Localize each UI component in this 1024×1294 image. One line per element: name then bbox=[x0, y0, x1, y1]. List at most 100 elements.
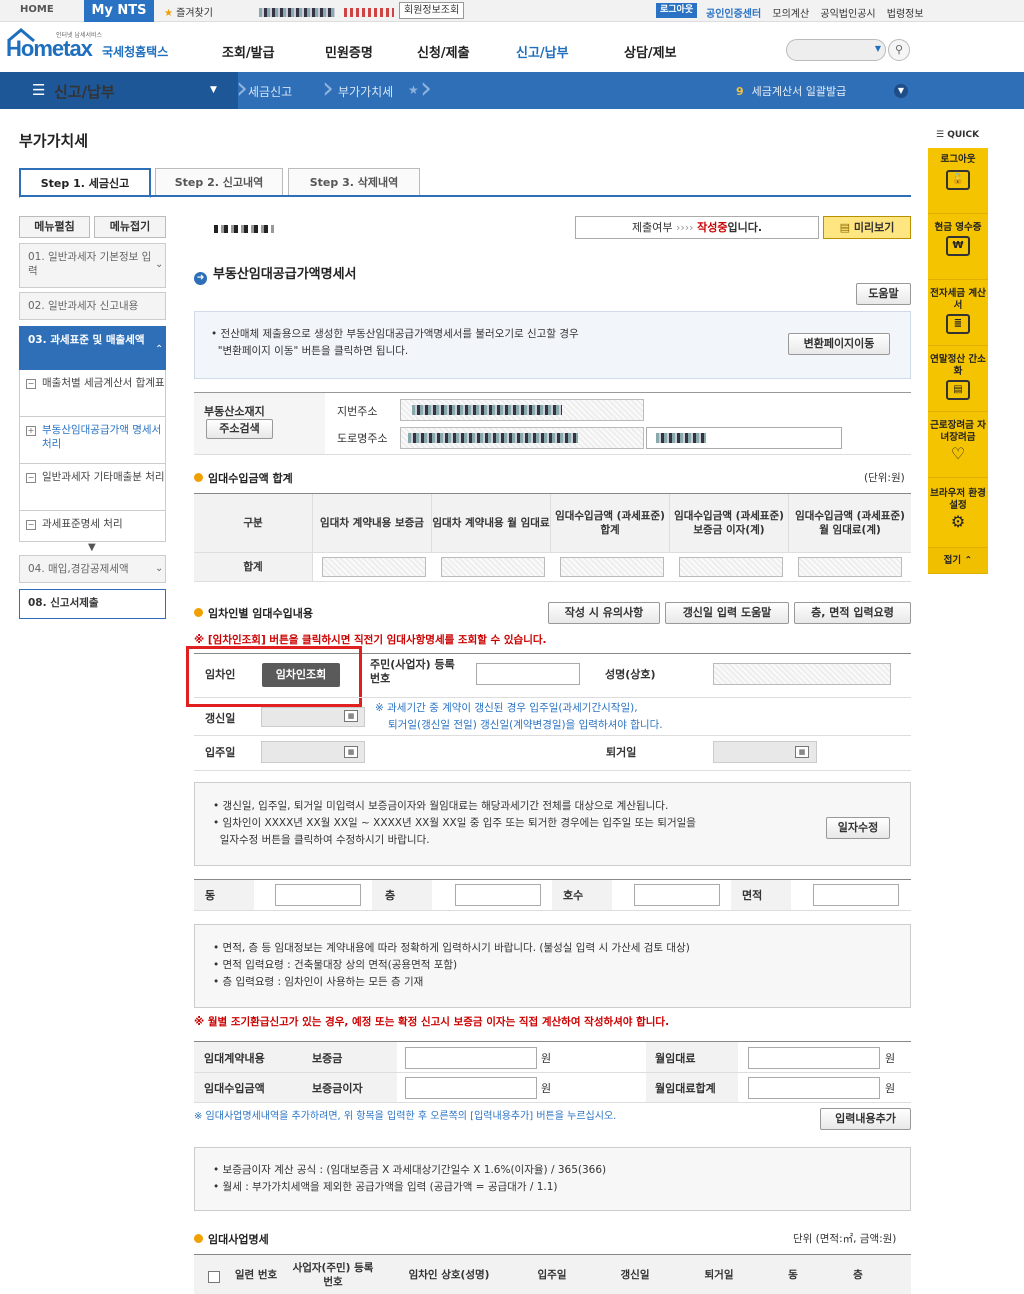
sidebar-sub-sales-invoice[interactable]: − 매출처별 세금계산서 합계표 bbox=[19, 370, 166, 417]
calendar-icon[interactable]: ▦ bbox=[344, 710, 358, 722]
section-title: ➜ 부동산임대공급가액명세서 bbox=[194, 263, 357, 285]
gear-icon: ⚙ bbox=[950, 512, 966, 531]
area-field[interactable] bbox=[813, 884, 899, 906]
col-biz-number: 사업자(주민) 등록번호 bbox=[288, 1258, 378, 1292]
deposit-interest-field[interactable] bbox=[405, 1077, 537, 1099]
header: 인터넷 납세서비스 Hometax 국세청홈택스 조회/발급 민원증명 신청/제… bbox=[0, 22, 1024, 72]
road-address-detail-redacted bbox=[656, 433, 706, 443]
renew-help-button[interactable]: 갱신일 입력 도움말 bbox=[665, 602, 789, 624]
rrn-field[interactable] bbox=[476, 663, 580, 685]
move-in-label: 입주일 bbox=[205, 746, 236, 759]
gnb-inquiry[interactable]: 조회/발급 bbox=[222, 42, 275, 61]
user-name-redacted bbox=[259, 8, 335, 17]
add-entry-button[interactable]: 입력내용추가 bbox=[820, 1108, 911, 1130]
deposit-interest-label: 보증금이자 bbox=[312, 1082, 363, 1095]
convert-page-button[interactable]: 변환페이지이동 bbox=[788, 333, 890, 355]
crumb-vat[interactable]: 부가가치세 bbox=[338, 83, 393, 100]
sidebar-item-basic-info[interactable]: 01. 일반과세자 기본정보 입력 bbox=[19, 243, 166, 288]
total-rent-sum bbox=[798, 557, 902, 577]
help-button[interactable]: 도움말 bbox=[856, 283, 911, 305]
col-rent-total: 임대수입금액 (과세표준) 월 임대료(계) bbox=[789, 494, 911, 552]
search-icon[interactable]: ⚲ bbox=[888, 39, 910, 61]
quick-menu-label: ☰ QUICK bbox=[936, 130, 980, 140]
bullet-icon bbox=[194, 473, 203, 482]
quick-e-invoice[interactable]: 전자세금 계산서 ≣ bbox=[928, 280, 988, 346]
monthly-rent-label: 월임대료 bbox=[655, 1052, 696, 1065]
search-input[interactable]: ▼ bbox=[786, 39, 886, 61]
gnb-filing[interactable]: 신고/납부 bbox=[516, 42, 569, 61]
select-all-checkbox[interactable] bbox=[208, 1271, 220, 1283]
add-note: ※ 임대사업명세내역을 추가하려면, 위 항목을 입력한 후 오른쪽의 [입력내… bbox=[194, 1111, 617, 1122]
sidebar-sub-rental[interactable]: + 부동산임대공급가액 명세서 처리 bbox=[19, 417, 166, 464]
dong-field[interactable] bbox=[275, 884, 361, 906]
logout-button[interactable]: 로그아웃 bbox=[656, 3, 698, 18]
hometax-logo[interactable]: 인터넷 납세서비스 Hometax 국세청홈택스 bbox=[6, 28, 176, 68]
mock-calc-link[interactable]: 모의계산 bbox=[772, 9, 809, 20]
separator-icon: › bbox=[420, 71, 432, 106]
ho-label: 호수 bbox=[563, 889, 584, 902]
menu-expand-button[interactable]: 메뉴펼침 bbox=[19, 216, 90, 238]
col-monthly-rent: 임대차 계약내용 월 임대료 bbox=[432, 494, 551, 552]
sidebar-item-purchase[interactable]: 04. 매입,경감공제세액 bbox=[19, 555, 166, 583]
receipt-icon: ₩ bbox=[946, 236, 970, 256]
date-info-box: • 갱신일, 입주일, 퇴거일 미입력시 보증금이자와 월임대료는 해당과세기간… bbox=[194, 782, 911, 866]
gnb-consult[interactable]: 상담/제보 bbox=[624, 42, 677, 61]
col-move-out: 퇴거일 bbox=[682, 1258, 756, 1292]
area-help-button[interactable]: 층, 면적 입력요령 bbox=[794, 602, 911, 624]
favorites-link[interactable]: ★ 즐겨찾기 bbox=[164, 4, 213, 19]
quick-earned-income[interactable]: 근로장려금 자녀장려금 ♡ bbox=[928, 412, 988, 478]
chevron-down-icon: ⌄ bbox=[155, 259, 164, 270]
gnb-certificate[interactable]: 민원증명 bbox=[325, 42, 373, 61]
address-search-button[interactable]: 주소검색 bbox=[206, 419, 273, 439]
date-edit-button[interactable]: 일자수정 bbox=[826, 817, 890, 839]
law-info-link[interactable]: 법령정보 bbox=[887, 9, 924, 20]
biz-unit: 단위 (면적:㎡, 금액:원) bbox=[793, 1233, 897, 1245]
sidebar-item-report[interactable]: 02. 일반과세자 신고내용 bbox=[19, 292, 166, 320]
tenant-title: 임차인별 임대수입내용 bbox=[194, 605, 313, 621]
ho-field[interactable] bbox=[634, 884, 720, 906]
submit-status: 제출여부 ›››› 작성중입니다. bbox=[575, 216, 819, 239]
crumb-tax-filing[interactable]: 세금신고 bbox=[248, 83, 292, 100]
member-info-button[interactable]: 회원정보조회 bbox=[399, 2, 465, 19]
deposit-field[interactable] bbox=[405, 1047, 537, 1069]
star-icon[interactable]: ★ bbox=[408, 83, 419, 97]
dong-label: 동 bbox=[205, 889, 216, 902]
gnb-apply[interactable]: 신청/제출 bbox=[417, 42, 470, 61]
menu-dropdown[interactable]: ☰ 신고/납부 ▼ bbox=[0, 72, 238, 109]
col-interest-total: 임대수입금액 (과세표준) 보증금 이자(계) bbox=[670, 494, 789, 552]
tab-step1[interactable]: Step 1. 세금신고 bbox=[19, 168, 151, 198]
sidebar-sub-other-sales[interactable]: − 일반과세자 기타매출분 처리 bbox=[19, 464, 166, 511]
public-corp-link[interactable]: 공익법인공시 bbox=[820, 9, 875, 20]
tab-step2[interactable]: Step 2. 신고내역 bbox=[155, 168, 283, 197]
caution-button[interactable]: 작성 시 유의사항 bbox=[548, 602, 660, 624]
cert-center-link[interactable]: 공인인증센터 bbox=[706, 9, 761, 20]
floor-field[interactable] bbox=[455, 884, 541, 906]
chevron-down-icon[interactable]: ▼ bbox=[894, 84, 908, 98]
quick-cash-receipt[interactable]: 현금 영수증 ₩ bbox=[928, 214, 988, 280]
quick-logout[interactable]: 로그아웃 🔓 bbox=[928, 148, 988, 214]
quick-collapse[interactable]: 접기 ⌃ bbox=[928, 548, 988, 574]
total-interest bbox=[679, 557, 783, 577]
home-link[interactable]: HOME bbox=[20, 4, 54, 15]
monthly-rent-total-field[interactable] bbox=[748, 1077, 880, 1099]
calendar-icon[interactable]: ▦ bbox=[795, 746, 809, 758]
quick-browser-settings[interactable]: 브라우저 환경설정 ⚙ bbox=[928, 478, 988, 548]
tab-step3[interactable]: Step 3. 삭제내역 bbox=[288, 168, 420, 197]
quick-year-end[interactable]: 연말정산 간소화 ▤ bbox=[928, 346, 988, 412]
minus-icon: − bbox=[26, 379, 36, 389]
menu-collapse-button[interactable]: 메뉴접기 bbox=[94, 216, 166, 238]
notice-ticker[interactable]: 9 세금계산서 일괄발급 bbox=[736, 83, 846, 99]
lot-address-redacted bbox=[412, 405, 562, 415]
biz-title: 임대사업명세 bbox=[194, 1231, 269, 1247]
mynts-link[interactable]: My NTS bbox=[84, 0, 154, 22]
renew-date-label: 갱신일 bbox=[205, 712, 236, 725]
col-income-total: 임대수입금액 (과세표준) 합계 bbox=[551, 494, 670, 552]
monthly-rent-field[interactable] bbox=[748, 1047, 880, 1069]
calendar-icon[interactable]: ▦ bbox=[344, 746, 358, 758]
sidebar-sub-tax-base-detail[interactable]: − 과세표준명세 처리 bbox=[19, 511, 166, 542]
sidebar-item-tax-base[interactable]: 03. 과세표준 및 매출세액 bbox=[19, 326, 166, 370]
preview-button[interactable]: ▤ 미리보기 bbox=[823, 216, 911, 239]
page-title: 부가가치세 bbox=[19, 132, 89, 150]
sidebar-item-submit[interactable]: 08. 신고서제출 bbox=[19, 589, 166, 619]
location-label: 부동산소재지 bbox=[204, 405, 265, 418]
